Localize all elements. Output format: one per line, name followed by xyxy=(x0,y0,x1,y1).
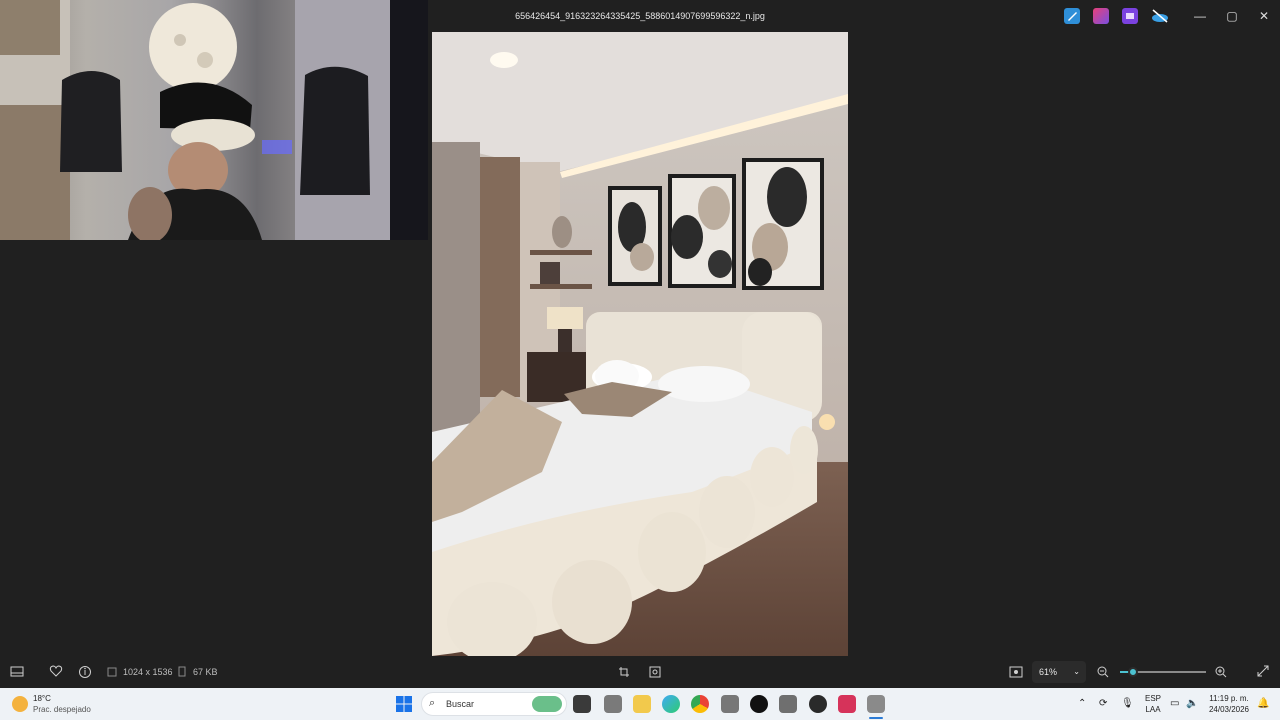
taskbar-search[interactable]: ⌕ Buscar xyxy=(421,692,567,716)
webcam-scene xyxy=(0,0,428,240)
crop-icon[interactable] xyxy=(618,656,634,688)
visual-search-icon[interactable] xyxy=(648,656,664,688)
app-icon-3[interactable] xyxy=(779,695,797,713)
zoom-level-select[interactable]: 61% ⌄ xyxy=(1032,661,1086,683)
clock-time[interactable]: 11:19 p. m. xyxy=(1204,694,1254,704)
task-view-icon[interactable] xyxy=(573,695,591,713)
chrome-icon[interactable] xyxy=(691,695,709,713)
app-icon-2[interactable] xyxy=(721,695,739,713)
zoom-slider[interactable] xyxy=(1120,667,1206,677)
onedrive-offline-icon[interactable] xyxy=(1151,8,1168,24)
photo-image[interactable] xyxy=(432,32,848,656)
full-screen-icon[interactable] xyxy=(1256,656,1272,688)
edge-icon[interactable] xyxy=(662,695,680,713)
start-windows-icon[interactable] xyxy=(396,696,412,712)
fit-to-window-icon[interactable] xyxy=(1009,656,1025,688)
microphone-icon[interactable]: 🎙 xyxy=(1121,699,1134,709)
upwork-icon[interactable] xyxy=(750,695,768,713)
weather-description[interactable]: Prac. despejado xyxy=(33,705,91,715)
tiktok-icon[interactable] xyxy=(838,695,856,713)
photos-app-icon[interactable] xyxy=(867,695,885,713)
minimize-button[interactable]: — xyxy=(1184,0,1216,32)
search-placeholder: Buscar xyxy=(446,699,475,709)
clock-date[interactable]: 24/03/2026 xyxy=(1204,705,1254,715)
status-bar: 1024 x 1536 67 KB 61% ⌄ xyxy=(0,656,1280,688)
copilot-icon[interactable] xyxy=(1093,8,1109,24)
sync-icon[interactable]: ⟳ xyxy=(1099,699,1107,709)
bedroom-photo xyxy=(432,32,848,656)
taskbar: 18°C Prac. despejado ⌕ Buscar ⌃ ⟳ 🎙 ESP … xyxy=(0,688,1280,720)
weather-sun-icon[interactable] xyxy=(12,696,28,712)
filmstrip-icon[interactable] xyxy=(10,656,26,688)
obs-icon[interactable] xyxy=(809,695,827,713)
dimensions-icon xyxy=(107,656,119,688)
zoom-value: 61% xyxy=(1039,667,1058,677)
close-button[interactable]: ✕ xyxy=(1248,0,1280,32)
info-icon[interactable] xyxy=(78,656,94,688)
zoom-slider-thumb[interactable] xyxy=(1127,667,1138,677)
keyboard-layout[interactable]: LAA xyxy=(1142,705,1164,715)
favorite-heart-icon[interactable] xyxy=(49,656,65,688)
active-app-indicator xyxy=(869,717,883,719)
volume-icon[interactable]: 🔈 xyxy=(1186,699,1198,709)
chevron-down-icon: ⌄ xyxy=(1073,667,1080,676)
webcam-overlay xyxy=(0,0,428,240)
zoom-out-icon[interactable] xyxy=(1096,656,1112,688)
search-icon: ⌕ xyxy=(429,697,436,709)
maximize-button[interactable]: ▢ xyxy=(1216,0,1248,32)
weather-temperature[interactable]: 18°C xyxy=(33,694,51,704)
search-highlight-icon xyxy=(532,696,562,712)
window-title: 656426454_916323264335425_58860149076995… xyxy=(515,11,765,21)
network-icon[interactable]: ▭ xyxy=(1170,699,1179,709)
chevron-up-icon[interactable]: ⌃ xyxy=(1078,699,1086,709)
file-size-icon xyxy=(177,656,189,688)
image-dimensions: 1024 x 1536 xyxy=(123,667,173,677)
clipchamp-icon[interactable] xyxy=(1122,8,1138,24)
app-icon-1[interactable] xyxy=(604,695,622,713)
draw-icon[interactable] xyxy=(1064,8,1080,24)
file-explorer-icon[interactable] xyxy=(633,695,651,713)
zoom-in-icon[interactable] xyxy=(1214,656,1230,688)
notification-bell-icon[interactable]: 🔔 xyxy=(1257,699,1269,709)
file-size: 67 KB xyxy=(193,667,218,677)
language-code[interactable]: ESP xyxy=(1142,694,1164,704)
